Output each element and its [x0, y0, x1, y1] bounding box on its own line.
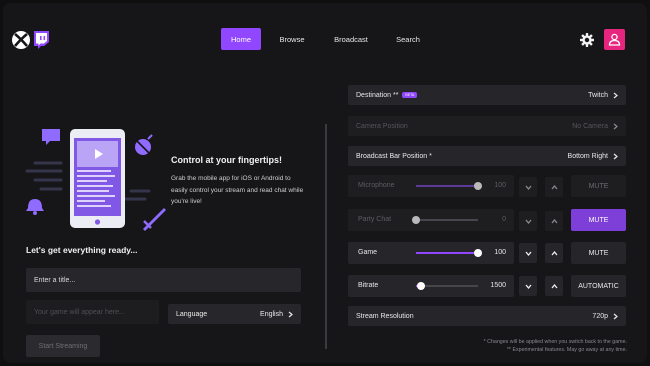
language-label: Language	[176, 310, 208, 318]
microphone-up-button[interactable]	[545, 177, 563, 197]
microphone-slider-knob[interactable]	[474, 182, 482, 190]
chevron-right-icon	[288, 311, 293, 317]
game-down-button[interactable]	[519, 243, 537, 263]
chevron-down-icon	[525, 251, 531, 256]
stream-resolution-select[interactable]: Stream Resolution 720p	[348, 306, 626, 326]
party-chat-value: 0	[502, 216, 506, 223]
microphone-mute-button[interactable]: MUTE	[571, 175, 626, 197]
bitrate-down-button[interactable]	[519, 276, 537, 296]
game-control: Game 100	[348, 242, 514, 264]
game-up-button[interactable]	[545, 243, 563, 263]
chevron-down-icon	[525, 219, 531, 224]
language-select[interactable]: Language English	[168, 304, 301, 324]
destination-select[interactable]: Destination ** BETA Twitch	[348, 85, 626, 105]
bitrate-slider[interactable]	[416, 282, 478, 290]
party-chat-mute-button[interactable]: MUTE	[571, 209, 626, 231]
destination-value: Twitch	[588, 91, 608, 99]
nav-search[interactable]: Search	[391, 28, 425, 50]
chevron-right-icon	[613, 123, 618, 129]
bitrate-control: Bitrate 1500	[348, 275, 514, 297]
app-window: Home Browse Broadcast Search Control at …	[3, 3, 647, 363]
bitrate-label: Bitrate	[358, 282, 379, 289]
chevron-down-icon	[525, 185, 531, 190]
chevron-up-icon	[551, 283, 557, 288]
bitrate-value: 1500	[490, 282, 506, 289]
beta-badge: BETA	[402, 91, 418, 98]
bitrate-automatic-button[interactable]: AUTOMATIC	[571, 275, 626, 297]
game-value: 100	[494, 249, 506, 256]
gear-icon[interactable]	[580, 33, 594, 47]
party-chat-slider[interactable]	[412, 216, 478, 224]
chevron-up-icon	[551, 250, 557, 255]
stream-resolution-label: Stream Resolution	[356, 312, 414, 320]
nav-browse[interactable]: Browse	[275, 28, 309, 50]
bitrate-slider-knob[interactable]	[416, 282, 425, 290]
chevron-up-icon	[551, 218, 557, 223]
bitrate-up-button[interactable]	[545, 276, 563, 296]
microphone-label: Microphone	[358, 182, 395, 189]
microphone-slider-fill	[416, 185, 478, 187]
nav-broadcast[interactable]: Broadcast	[328, 28, 374, 50]
chevron-right-icon	[613, 92, 618, 98]
game-placeholder: Your game will appear here...	[34, 308, 125, 316]
microphone-slider[interactable]	[416, 182, 482, 190]
camera-position-label: Camera Position	[356, 122, 408, 130]
nav-home[interactable]: Home	[221, 28, 261, 50]
note-changes: * Changes will be applied when you switc…	[483, 339, 627, 345]
camera-position-value: No Camera	[572, 122, 608, 130]
chevron-right-icon	[613, 153, 618, 159]
stream-resolution-value: 720p	[592, 312, 608, 320]
stream-title-text: Enter a title...	[34, 276, 76, 284]
start-streaming-button[interactable]: Start Streaming	[26, 335, 100, 357]
phone-illustration	[25, 129, 166, 231]
twitch-logo-icon[interactable]	[32, 30, 50, 50]
broadcast-bar-position-select[interactable]: Broadcast Bar Position * Bottom Right	[348, 146, 626, 166]
chevron-down-icon	[525, 284, 531, 289]
xbox-logo-icon[interactable]	[11, 30, 31, 50]
camera-position-select[interactable]: Camera Position No Camera	[348, 116, 626, 136]
user-icon	[608, 33, 621, 46]
chevron-right-icon	[613, 313, 618, 319]
party-chat-label: Party Chat	[358, 216, 392, 223]
microphone-down-button[interactable]	[519, 177, 537, 197]
game-label: Game	[358, 249, 378, 256]
setup-heading: Let's get everything ready...	[26, 245, 138, 255]
game-field[interactable]: Your game will appear here...	[26, 300, 159, 324]
promo-description: Grab the mobile app for iOS or Android t…	[171, 175, 304, 205]
profile-avatar[interactable]	[604, 29, 625, 50]
party-chat-slider-knob[interactable]	[412, 216, 420, 224]
party-chat-control: Party Chat 0	[348, 209, 514, 231]
column-divider	[325, 124, 327, 349]
microphone-control: Microphone 100	[348, 175, 514, 197]
chevron-up-icon	[551, 184, 557, 189]
game-slider[interactable]	[416, 249, 482, 257]
note-experimental: ** Experimental features. May go away at…	[506, 347, 627, 353]
promo-title: Control at your fingertips!	[171, 155, 282, 165]
game-mute-button[interactable]: MUTE	[571, 242, 626, 264]
broadcast-bar-label: Broadcast Bar Position *	[356, 152, 432, 160]
broadcast-bar-value: Bottom Right	[567, 152, 608, 160]
microphone-value: 100	[494, 182, 506, 189]
stream-title-input[interactable]: Enter a title...	[26, 268, 301, 292]
language-value: English	[260, 310, 283, 318]
game-slider-knob[interactable]	[474, 249, 482, 257]
party-chat-up-button[interactable]	[545, 211, 563, 231]
game-slider-fill	[416, 252, 478, 254]
party-chat-down-button[interactable]	[519, 211, 537, 231]
destination-label: Destination **	[356, 91, 399, 99]
